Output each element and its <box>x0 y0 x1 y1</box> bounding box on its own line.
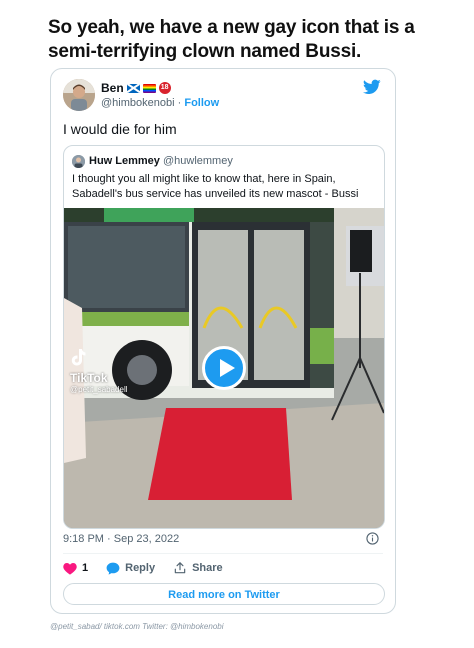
rainbow-flag-icon <box>142 83 156 93</box>
author-handle[interactable]: @himbokenobi <box>101 97 175 109</box>
tiktok-handle: @petit_sabadell <box>70 385 128 394</box>
reply-bubble-icon <box>106 562 120 575</box>
follow-link[interactable]: Follow <box>184 97 219 109</box>
headline: So yeah, we have a new gay icon that is … <box>48 17 415 62</box>
like-button[interactable]: 1 <box>63 562 88 575</box>
quoted-tweet[interactable]: Huw Lemmey @huwlemmey I thought you all … <box>63 145 385 529</box>
tweet-text: I would die for him <box>63 121 177 137</box>
like-count: 1 <box>82 562 89 574</box>
tweet-actions: 1 Reply Share <box>63 561 241 575</box>
quoted-author-row[interactable]: Huw Lemmey @huwlemmey <box>89 155 233 167</box>
quoted-author-handle[interactable]: @huwlemmey <box>163 155 233 167</box>
share-button[interactable]: Share <box>173 561 223 575</box>
embedded-tweet-card[interactable]: Ben 18 @himbokenobi · Follow I would die… <box>50 68 396 614</box>
tweet-timestamp[interactable]: 9:18 PM · Sep 23, 2022 <box>63 533 179 545</box>
tiktok-logo-icon <box>71 349 86 366</box>
info-icon[interactable] <box>366 532 379 545</box>
read-more-button[interactable]: Read more on Twitter <box>63 583 385 605</box>
separator-dot: · <box>177 97 182 109</box>
play-icon[interactable] <box>202 346 246 390</box>
quoted-tweet-text: I thought you all might like to know tha… <box>72 173 359 200</box>
author-avatar[interactable] <box>63 79 95 111</box>
twitter-bird-icon[interactable] <box>363 79 381 95</box>
image-credit: @petit_sabad/ tiktok.com Twitter: @himbo… <box>50 622 224 631</box>
tiktok-label: TikTok <box>70 371 108 385</box>
divider <box>63 553 383 554</box>
share-label: Share <box>192 562 223 574</box>
quoted-author-name[interactable]: Huw Lemmey <box>89 155 160 167</box>
quoted-author-avatar[interactable] <box>72 155 85 168</box>
tiktok-watermark: TikTok @petit_sabadell <box>70 348 128 394</box>
author-name-row[interactable]: Ben 18 <box>101 81 171 95</box>
age-18-badge-icon: 18 <box>158 82 171 94</box>
reply-label: Reply <box>125 562 156 574</box>
scotland-flag-icon <box>126 83 140 93</box>
reply-button[interactable]: Reply <box>106 562 155 575</box>
author-handle-row: @himbokenobi · Follow <box>101 97 219 109</box>
video-player[interactable]: TikTok @petit_sabadell <box>64 208 384 528</box>
share-icon <box>174 562 186 574</box>
heart-icon <box>63 562 77 575</box>
author-name[interactable]: Ben <box>101 81 124 95</box>
